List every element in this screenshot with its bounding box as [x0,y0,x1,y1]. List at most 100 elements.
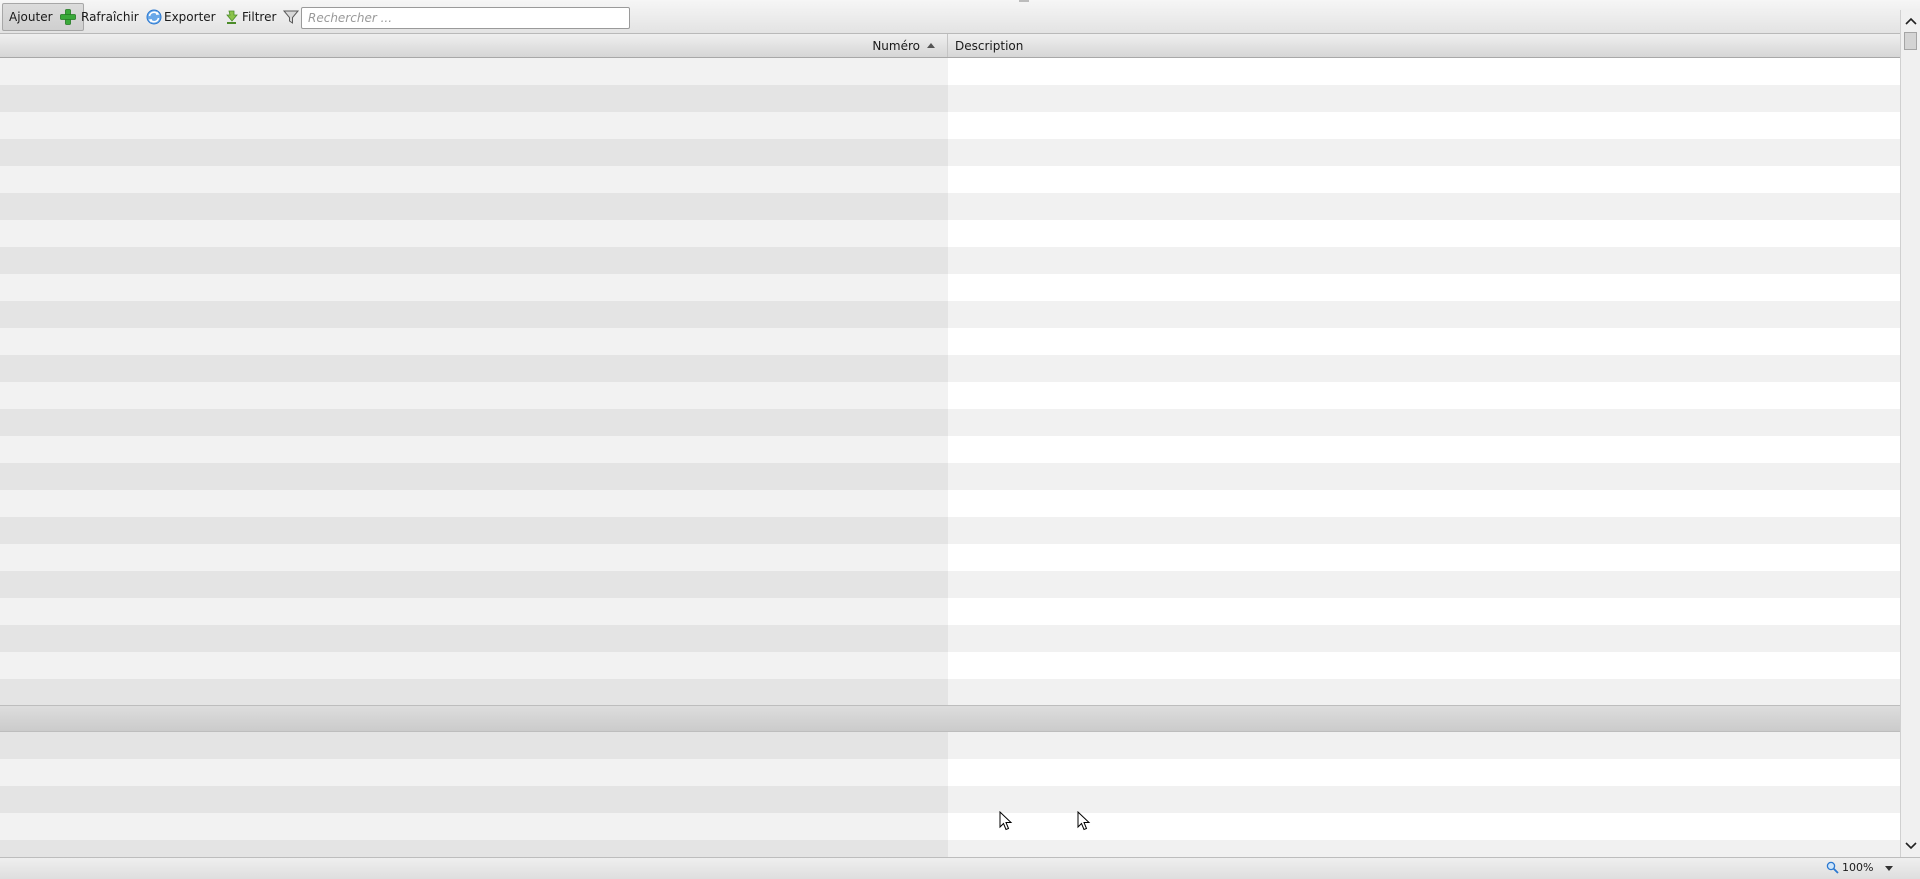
cell-numero[interactable] [0,220,948,247]
cell-numero[interactable] [0,85,948,112]
scroll-up-button[interactable] [1901,10,1920,32]
table-row[interactable] [0,517,1900,544]
vertical-scrollbar[interactable] [1900,10,1920,857]
cell-numero[interactable] [0,436,948,463]
table-row[interactable] [0,409,1900,436]
table-row[interactable] [0,571,1900,598]
table-row[interactable] [0,382,1900,409]
table-row[interactable] [0,732,1900,759]
cell-numero[interactable] [0,840,948,857]
table-row[interactable] [0,436,1900,463]
cell-numero[interactable] [0,382,948,409]
table-row[interactable] [0,786,1900,813]
cell-numero[interactable] [0,247,948,274]
cell-numero[interactable] [0,355,948,382]
table-row[interactable] [0,625,1900,652]
cell-numero[interactable] [0,598,948,625]
refresh-button[interactable]: Rafraîchir [75,3,169,31]
cell-numero[interactable] [0,759,948,786]
cell-description[interactable] [948,247,1900,274]
cell-numero[interactable] [0,58,948,85]
column-header-description[interactable]: Description [948,34,1900,57]
zoom-control[interactable]: 100% [1826,861,1873,874]
cell-description[interactable] [948,382,1900,409]
table-row[interactable] [0,58,1900,85]
cell-numero[interactable] [0,732,948,759]
cell-description[interactable] [948,220,1900,247]
table-row[interactable] [0,355,1900,382]
cell-description[interactable] [948,544,1900,571]
table-row[interactable] [0,85,1900,112]
cell-description[interactable] [948,652,1900,679]
cell-description[interactable] [948,463,1900,490]
cell-numero[interactable] [0,166,948,193]
cell-description[interactable] [948,436,1900,463]
cell-numero[interactable] [0,517,948,544]
cell-numero[interactable] [0,139,948,166]
cell-description[interactable] [948,193,1900,220]
cell-numero[interactable] [0,813,948,840]
table-row[interactable] [0,166,1900,193]
table-row[interactable] [0,463,1900,490]
table-row[interactable] [0,274,1900,301]
cell-numero[interactable] [0,544,948,571]
cell-description[interactable] [948,85,1900,112]
cell-numero[interactable] [0,490,948,517]
cell-description[interactable] [948,732,1900,759]
magnifier-icon [1826,861,1839,874]
cell-description[interactable] [948,840,1900,857]
table-row[interactable] [0,220,1900,247]
cell-description[interactable] [948,274,1900,301]
table-row[interactable] [0,598,1900,625]
cell-description[interactable] [948,166,1900,193]
column-header-numero[interactable]: Numéro [0,34,948,57]
table-row[interactable] [0,301,1900,328]
table-row[interactable] [0,759,1900,786]
scroll-down-button[interactable] [1901,835,1920,857]
filter-button[interactable]: Filtrer [236,3,306,31]
table-row[interactable] [0,544,1900,571]
cell-description[interactable] [948,679,1900,706]
cell-description[interactable] [948,517,1900,544]
add-button[interactable]: Ajouter [2,3,84,31]
cell-description[interactable] [948,625,1900,652]
cell-description[interactable] [948,598,1900,625]
search-input[interactable] [301,7,630,29]
cell-description[interactable] [948,58,1900,85]
cell-numero[interactable] [0,463,948,490]
cell-description[interactable] [948,490,1900,517]
zoom-dropdown-icon[interactable] [1885,866,1893,871]
cell-description[interactable] [948,112,1900,139]
table-row[interactable] [0,490,1900,517]
cell-description[interactable] [948,139,1900,166]
cell-description[interactable] [948,571,1900,598]
cell-numero[interactable] [0,786,948,813]
cell-numero[interactable] [0,679,948,706]
cell-numero[interactable] [0,625,948,652]
cell-description[interactable] [948,759,1900,786]
scroll-thumb[interactable] [1904,32,1917,50]
cell-numero[interactable] [0,652,948,679]
cell-description[interactable] [948,409,1900,436]
export-button[interactable]: Exporter [158,3,246,31]
cell-description[interactable] [948,328,1900,355]
cell-description[interactable] [948,786,1900,813]
cell-numero[interactable] [0,301,948,328]
cell-numero[interactable] [0,571,948,598]
cell-numero[interactable] [0,409,948,436]
cell-numero[interactable] [0,193,948,220]
cell-numero[interactable] [0,274,948,301]
cell-description[interactable] [948,355,1900,382]
cell-numero[interactable] [0,328,948,355]
table-row[interactable] [0,193,1900,220]
table-row[interactable] [0,247,1900,274]
cell-description[interactable] [948,301,1900,328]
table-row[interactable] [0,652,1900,679]
table-row[interactable] [0,112,1900,139]
table-row[interactable] [0,328,1900,355]
table-row[interactable] [0,840,1900,857]
table-row[interactable] [0,679,1900,706]
cell-numero[interactable] [0,112,948,139]
table-row[interactable] [0,813,1900,840]
table-row[interactable] [0,139,1900,166]
